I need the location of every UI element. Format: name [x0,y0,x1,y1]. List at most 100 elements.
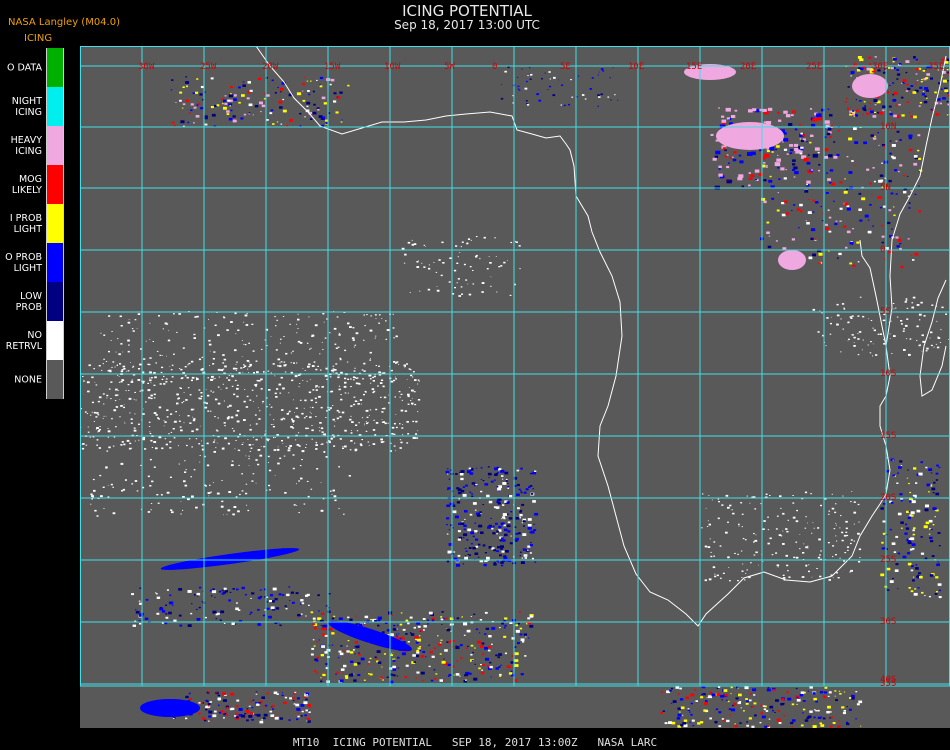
cloud-pixel [792,516,796,519]
cloud-pixel [382,385,385,388]
cloud-pixel [828,216,832,219]
cloud-pixel [829,114,833,117]
cloud-pixel [347,640,350,642]
cloud-pixel [443,680,445,682]
cloud-pixel [746,569,748,571]
cloud-pixel [829,136,832,139]
cloud-pixel [201,717,206,720]
cloud-pixel [195,506,198,509]
cloud-pixel [811,189,813,191]
cloud-pixel [232,115,236,118]
cloud-pixel [499,627,501,629]
cloud-pixel [326,318,328,320]
cloud-pixel [96,444,98,446]
cloud-pixel [828,230,832,233]
cloud-pixel [473,613,476,615]
cloud-pixel [525,636,527,638]
cloud-pixel [896,482,899,484]
cloud-pixel [245,406,249,408]
latitude-label: 40S [880,675,896,685]
cloud-pixel [930,540,934,543]
cloud-pixel [139,363,142,366]
cloud-pixel [300,715,303,717]
cloud-pixel [269,112,273,115]
cloud-pixel [311,334,315,337]
cloud-pixel [292,700,295,702]
cloud-pixel [149,322,151,324]
cloud-pixel [214,324,217,326]
cloud-pixel [269,710,273,713]
cloud-pixel [214,377,216,379]
cloud-pixel [480,664,482,666]
cloud-pixel [210,390,212,392]
cloud-pixel [198,712,201,715]
cloud-pixel [793,556,796,559]
cloud-pixel [484,633,487,635]
cloud-pixel [923,100,928,104]
cloud-pixel [687,709,690,711]
cloud-pixel [210,595,213,597]
cloud-pixel [908,538,912,540]
cloud-pixel [166,416,169,418]
cloud-pixel [921,334,924,337]
cloud-pixel [734,723,736,725]
cloud-pixel [812,308,816,311]
cloud-pixel [802,712,804,714]
cloud-pixel [170,369,173,371]
cloud-pixel [320,482,322,483]
cloud-pixel [258,77,262,80]
cloud-pixel [309,406,311,408]
cloud-pixel [808,564,810,566]
cloud-pixel [129,442,132,445]
cloud-pixel [281,440,283,442]
cloud-pixel [155,592,157,594]
cloud-pixel [320,406,323,409]
cloud-pixel [321,96,326,100]
cloud-pixel [351,430,352,431]
cloud-pixel [148,426,151,427]
cloud-pixel [846,706,848,708]
cloud-pixel [895,236,899,239]
cloud-pixel [891,155,894,158]
cloud-pixel [296,708,299,710]
cloud-pixel [924,595,926,597]
cloud-pixel [778,119,782,122]
cloud-pixel [162,328,164,330]
cloud-pixel [518,245,521,247]
cloud-pixel [416,266,420,268]
cloud-pixel [859,58,864,62]
cloud-pixel [799,138,801,140]
cloud-pixel [298,512,300,514]
longitude-label: 0 [492,62,497,72]
cloud-pixel [425,656,427,658]
cloud-pixel [123,406,125,409]
cloud-pixel [410,400,412,401]
cloud-pixel [848,171,853,174]
cloud-pixel [262,400,265,403]
latitude-label: 30S [880,617,896,627]
cloud-pixel [207,691,210,693]
cloud-pixel [120,343,123,345]
cloud-pixel [354,442,356,444]
cloud-pixel [441,611,444,613]
cloud-pixel [439,679,443,682]
cloud-pixel [923,525,928,529]
cloud-pixel [940,329,942,331]
cloud-pixel [900,499,903,502]
cloud-pixel [529,624,534,628]
cloud-pixel [120,370,124,373]
cloud-pixel [190,612,193,615]
cloud-pixel [549,78,551,80]
cloud-pixel [249,712,254,715]
cloud-pixel [112,361,115,363]
cloud-pixel [515,241,518,243]
cloud-pixel [318,610,320,612]
cloud-pixel [895,193,898,195]
cloud-pixel [475,628,479,631]
cloud-pixel [530,472,533,475]
cloud-pixel [427,288,431,291]
cloud-pixel [863,101,866,103]
cloud-pixel [274,392,277,395]
cloud-pixel [873,99,878,102]
cloud-pixel [481,282,485,284]
